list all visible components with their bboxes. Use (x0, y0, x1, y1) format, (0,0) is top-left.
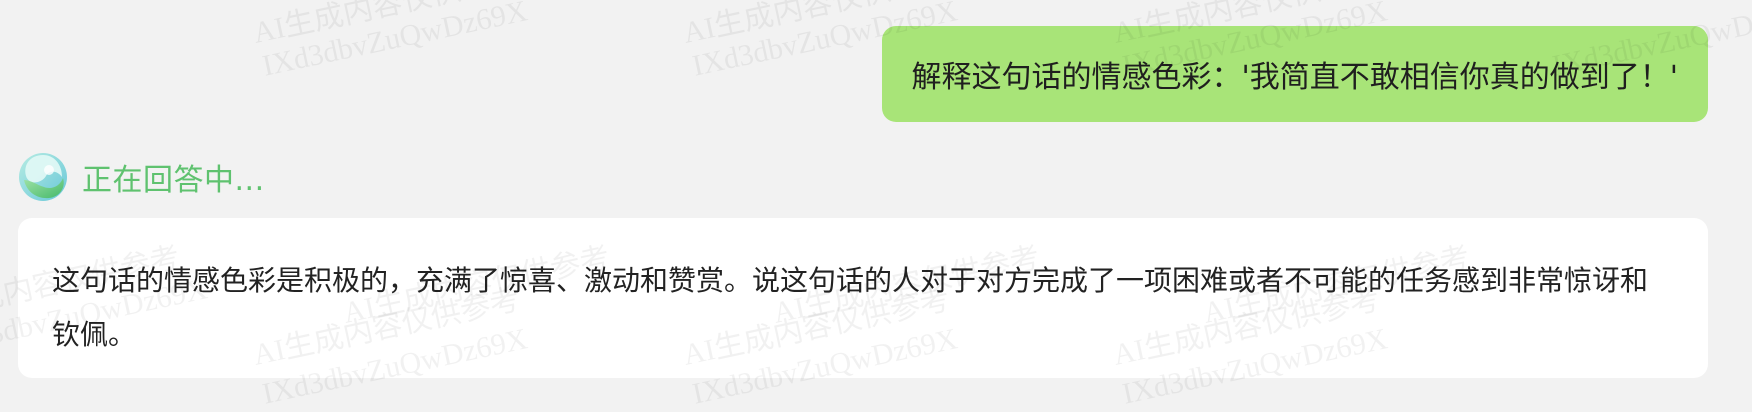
assistant-header: 正在回答中... (18, 152, 265, 202)
user-message-row: 解释这句话的情感色彩：'我简直不敢相信你真的做到了！' (881, 26, 1708, 122)
user-message-bubble: 解释这句话的情感色彩：'我简直不敢相信你真的做到了！' (881, 26, 1708, 122)
watermark-text: IXd3dbvZuQwDz69X (259, 0, 531, 83)
assistant-answer-text: 这句话的情感色彩是积极的，充满了惊喜、激动和赞赏。说这句话的人对于对方完成了一项… (52, 264, 1649, 351)
watermark-text: AI生成内容仅供参考 (250, 0, 523, 50)
assistant-status-text: 正在回答中... (82, 163, 265, 198)
user-message-text: 解释这句话的情感色彩：'我简直不敢相信你真的做到了！' (911, 60, 1679, 95)
assistant-logo-icon (18, 152, 68, 202)
assistant-answer-card: 这句话的情感色彩是积极的，充满了惊喜、激动和赞赏。说这句话的人对于对方完成了一项… (18, 218, 1708, 378)
